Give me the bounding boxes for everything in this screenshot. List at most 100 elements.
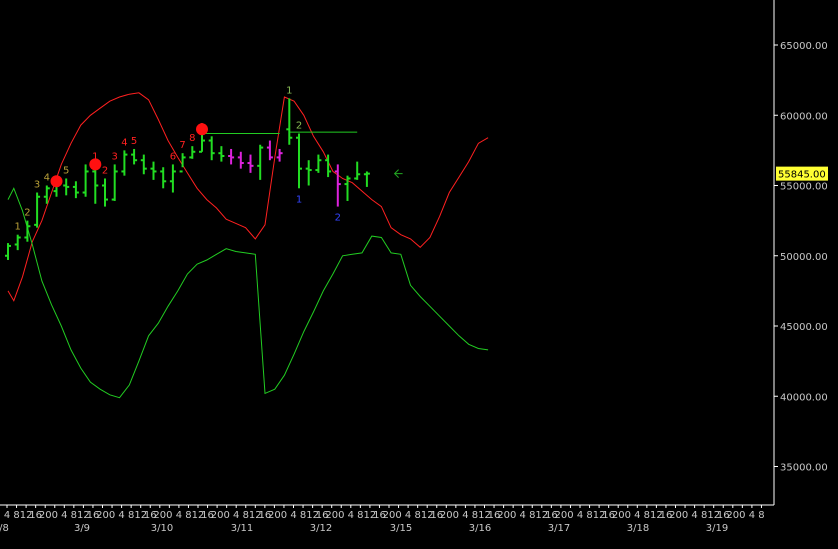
ohlc-bar [150,161,157,180]
ohlc-bar [121,150,128,176]
x-hour-label: 0 [739,510,745,521]
x-hour-label: 20 [669,510,682,521]
x-hour-label: 0 [223,510,229,521]
ohlc-bar [305,160,312,186]
signal-dot [89,158,102,171]
y-tick-label: 45000.00 [780,322,828,333]
count-label: 2 [24,208,30,219]
count-label: 8 [189,133,195,144]
left-arrow-icon [393,169,403,178]
y-tick-label: 65000.00 [780,41,828,52]
x-hour-label: 20 [268,510,281,521]
x-hour-label: 4 [61,510,67,521]
x-hour-label: 0 [338,510,344,521]
x-hour-label: 0 [625,510,631,521]
count-label: 2 [335,213,341,224]
x-hour-label: 4 [577,510,583,521]
ohlc-bar [228,148,235,165]
x-hour-label: 20 [153,510,166,521]
count-label: 3 [112,151,118,162]
x-hour-label: 20 [96,510,109,521]
y-tick-label: 40000.00 [780,392,828,403]
x-hour-label: 0 [510,510,516,521]
x-hour-label: 0 [52,510,58,521]
x-hour-label: 8 [758,510,764,521]
x-hour-label: 4 [290,510,296,521]
ohlc-bar [169,164,176,193]
y-tick-label: 50000.00 [780,252,828,263]
x-date-label: 3/15 [390,523,412,534]
x-hour-label: 4 [233,510,239,521]
x-hour-label: 4 [348,510,354,521]
x-hour-label: 20 [39,510,52,521]
x-hour-label: 20 [497,510,510,521]
ohlc-bar [102,178,108,207]
upper-band-line [7,92,489,302]
x-hour-label: 0 [166,510,172,521]
lower-band-line [7,187,489,399]
ohlc-bar [208,136,215,161]
x-hour-label: 4 [4,510,10,521]
ohlc-bar [111,164,118,201]
count-label: 5 [131,136,137,147]
x-hour-label: 0 [682,510,688,521]
y-tick-label: 35000.00 [780,463,828,474]
ohlc-bar [334,164,341,207]
x-date-label: 3/17 [548,523,570,534]
x-date-label: 3/9 [74,523,90,534]
signal-dot [196,123,208,136]
last-price-box: 55845.00 [776,166,828,181]
ohlc-bar [24,220,31,242]
x-hour-label: 0 [567,510,573,521]
count-label: 1 [286,85,292,96]
ohlc-bar [354,161,361,180]
x-hour-label: 4 [176,510,182,521]
x-hour-label: 4 [691,510,697,521]
ohlc-bar [237,151,244,169]
y-axis: 65000.00 60000.00 55000.00 50000.00 45000.00… [774,41,828,474]
ohlc-bar [247,154,254,173]
count-label: 4 [121,137,127,148]
count-label: 7 [179,140,185,151]
ohlc-bar [131,148,138,165]
x-hour-label: 4 [520,510,526,521]
x-date-label: 3/18 [627,523,649,534]
ohlc-bar [5,243,11,260]
x-hour-label: 0 [453,510,459,521]
y-tick-label: 55000.00 [780,182,828,193]
x-date-label: 3/19 [706,523,728,534]
count-label: 5 [63,165,69,176]
ohlc-bar [72,181,79,199]
count-label: 2 [296,121,302,132]
x-hour-label: 20 [555,510,568,521]
count-label: 1 [296,194,302,205]
ohlc-bar [14,234,21,251]
count-label: 6 [170,151,176,162]
count-label: 1 [15,222,21,233]
x-hour-label: 0 [395,510,401,521]
ohlc-chart: 123451234567891212 481216200481216200481… [0,0,828,534]
x-hour-label: 20 [211,510,224,521]
x-date-label: 3/10 [151,523,173,534]
x-hour-label: 4 [634,510,640,521]
ohlc-bar [363,171,370,187]
x-date-label: 3/16 [469,523,491,534]
x-date-label: 3/11 [231,523,253,534]
indicator-lines [7,92,489,399]
x-date-label: 3/12 [310,523,332,534]
ohlc-bar [140,154,147,175]
ohlc-bar [160,167,167,189]
x-hour-label: 20 [612,510,625,521]
x-hour-label: 4 [405,510,411,521]
x-date-label: /8 [0,523,9,534]
ohlc-bar [218,146,225,162]
ohlc-bar [63,178,70,196]
signal-dot [50,175,63,188]
ohlc-bar [34,192,41,228]
count-label: 4 [44,173,50,184]
x-hour-label: 20 [325,510,338,521]
x-hour-label: 20 [726,510,739,521]
x-axis: 4 8 121620 0 4 8 121620 0 4 8 121620 0 4 8 121620 0 4 8 12… [0,505,765,534]
x-hour-label: 0 [281,510,287,521]
y-tick-label: 60000.00 [780,111,828,122]
